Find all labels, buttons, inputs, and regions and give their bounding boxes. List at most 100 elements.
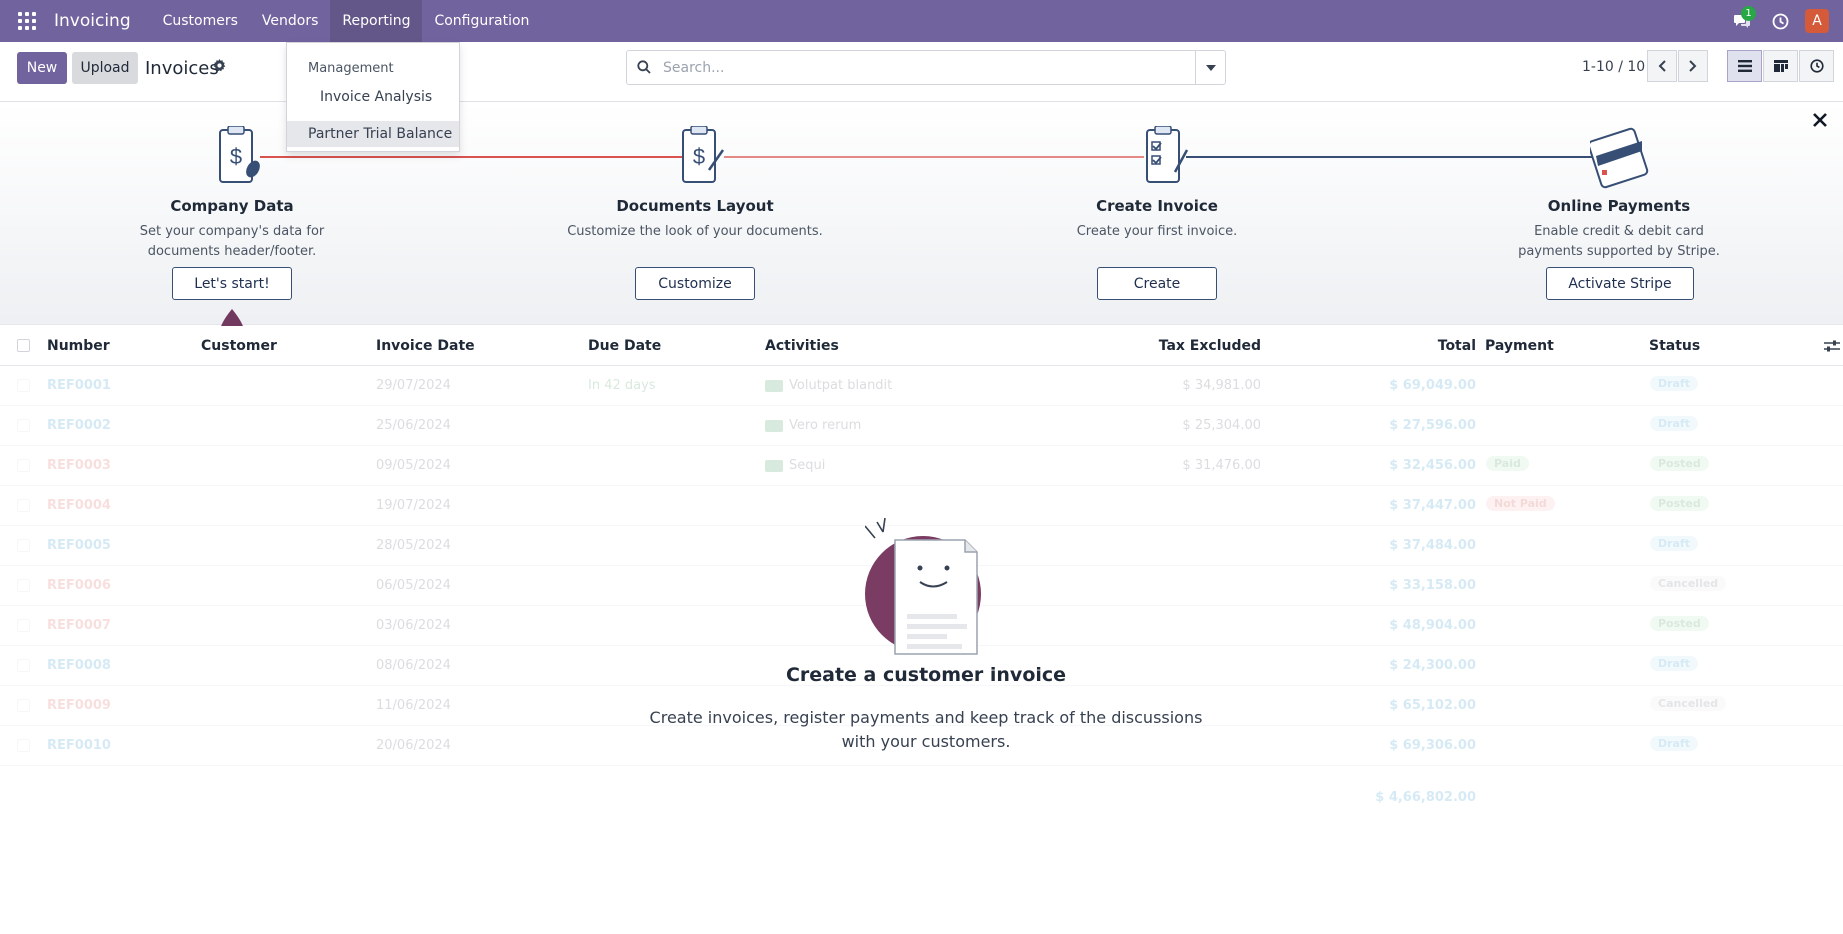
invoice-total: $ 69,049.00 [1389,378,1476,393]
column-due-date[interactable]: Due Date [588,338,661,354]
invoice-date: 29/07/2024 [376,378,451,393]
invoice-date: 20/06/2024 [376,738,451,753]
row-checkbox[interactable] [17,419,30,432]
apps-menu-icon[interactable] [0,0,54,42]
menu-configuration[interactable]: Configuration [422,0,541,42]
menu-reporting[interactable]: Reporting [330,0,423,42]
activity-icon[interactable] [765,380,783,392]
row-checkbox[interactable] [17,619,30,632]
menu-customers[interactable]: Customers [151,0,250,42]
svg-text:$: $ [230,144,242,169]
close-icon[interactable] [1812,112,1828,132]
customize-button[interactable]: Customize [635,267,755,300]
invoice-number: REF0004 [47,498,111,513]
column-payment[interactable]: Payment [1485,338,1554,354]
tax-excluded: $ 34,981.00 [1182,378,1261,393]
activity-icon[interactable] [765,420,783,432]
clock-icon[interactable] [1761,0,1799,42]
invoice-date: 28/05/2024 [376,538,451,553]
row-checkbox[interactable] [17,579,30,592]
invoice-total: $ 32,456.00 [1389,458,1476,473]
column-number[interactable]: Number [47,338,110,354]
status-badge: Draft [1650,536,1699,551]
column-tax-excluded[interactable]: Tax Excluded [1100,338,1261,354]
pager-value[interactable]: 1-10 / 10 [1582,59,1645,75]
column-settings-icon[interactable] [1824,339,1840,357]
column-customer[interactable]: Customer [201,338,277,354]
row-checkbox[interactable] [17,499,30,512]
column-invoice-date[interactable]: Invoice Date [376,338,475,354]
column-activities[interactable]: Activities [765,338,839,354]
menu-item-partner-trial-balance[interactable]: Partner Trial Balance [287,121,459,147]
menu-item-invoice-analysis[interactable]: Invoice Analysis [287,84,459,110]
due-date: In 42 days [588,378,656,393]
create-button[interactable]: Create [1097,267,1217,300]
search-input[interactable] [663,51,1183,84]
invoice-date: 11/06/2024 [376,698,451,713]
column-status[interactable]: Status [1649,338,1700,354]
status-badge: Posted [1650,496,1709,511]
step-title-documents-layout: Documents Layout [616,197,774,215]
top-navbar: Invoicing Customers Vendors Reporting Co… [0,0,1843,42]
user-avatar[interactable]: A [1805,9,1829,33]
lets-start-button[interactable]: Let's start! [172,267,292,300]
step-title-company-data: Company Data [170,197,294,215]
invoice-number: REF0007 [47,618,111,633]
empty-invoice-illustration [865,518,981,655]
svg-text:$: $ [693,144,705,169]
app-brand[interactable]: Invoicing [54,11,131,31]
table-row[interactable]: REF0002 25/06/2024 Vero rerum $ 25,304.00 $ … [0,406,1843,446]
new-button[interactable]: New [17,52,67,84]
row-checkbox[interactable] [17,699,30,712]
chat-icon[interactable]: 1 [1723,0,1761,42]
reporting-dropdown: Management Invoice Analysis Partner Tria… [286,42,460,152]
payment-badge: Paid [1486,456,1529,471]
invoice-total: $ 37,484.00 [1389,538,1476,553]
row-checkbox[interactable] [17,379,30,392]
gear-icon[interactable] [213,59,226,76]
page-title: Invoices [145,58,219,79]
chat-badge: 1 [1741,6,1756,21]
kanban-view-button[interactable] [1763,50,1798,82]
row-checkbox[interactable] [17,739,30,752]
invoice-number: REF0001 [47,378,111,393]
select-all-checkbox[interactable] [17,339,30,352]
activate-stripe-button[interactable]: Activate Stripe [1546,267,1694,300]
row-checkbox[interactable] [17,539,30,552]
status-badge: Draft [1650,656,1699,671]
navbar-systray: 1 A [1723,0,1843,42]
pager-previous-button[interactable] [1647,50,1677,82]
menu-vendors[interactable]: Vendors [250,0,330,42]
invoice-number: REF0008 [47,658,111,673]
documents-layout-illustration: $ [682,126,725,183]
column-total[interactable]: Total [1340,338,1476,354]
table-row[interactable]: REF0003 09/05/2024 Sequi $ 31,476.00 $ 32,45… [0,446,1843,486]
chevron-left-icon [1658,60,1666,72]
activity-summary: Sequi [789,458,826,473]
create-invoice-illustration [1146,126,1189,183]
invoice-date: 09/05/2024 [376,458,451,473]
upload-button[interactable]: Upload [72,52,138,84]
kanban-icon [1773,60,1788,72]
list-view-button[interactable] [1727,50,1762,82]
activity-icon[interactable] [765,460,783,472]
row-checkbox[interactable] [17,659,30,672]
invoice-number: REF0005 [47,538,111,553]
search-options-toggle[interactable] [1195,51,1225,84]
row-checkbox[interactable] [17,459,30,472]
table-row[interactable]: REF0001 29/07/2024 In 42 days Volutpat blan… [0,366,1843,406]
step-desc-create-invoice: Create your first invoice. [1076,224,1238,239]
list-icon [1737,60,1752,72]
activity-view-button[interactable] [1799,50,1834,82]
status-badge: Draft [1650,376,1699,391]
chevron-right-icon [1689,60,1697,72]
status-badge: Posted [1650,616,1709,631]
tax-excluded: $ 25,304.00 [1182,418,1261,433]
invoice-total: $ 24,300.00 [1389,658,1476,673]
caret-down-icon [1205,64,1216,71]
credit-card-illustration [1590,127,1649,189]
step-title-create-invoice: Create Invoice [1096,197,1218,215]
tax-excluded: $ 31,476.00 [1182,458,1261,473]
pager-next-button[interactable] [1678,50,1708,82]
table-header: Number Customer Invoice Date Due Date Ac… [0,326,1843,366]
